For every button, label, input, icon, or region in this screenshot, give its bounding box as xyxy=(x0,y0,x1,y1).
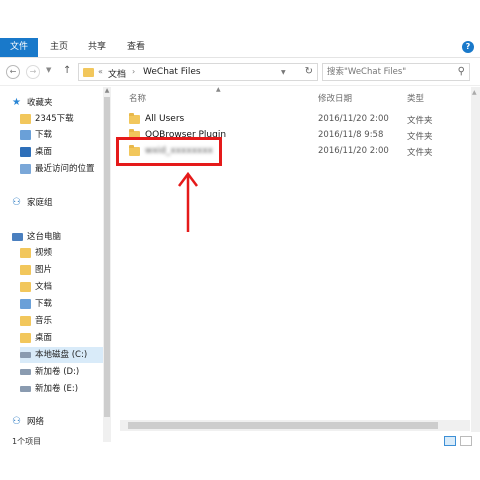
sidebar-item-label: 文档 xyxy=(35,282,53,292)
help-icon[interactable]: ? xyxy=(462,41,474,53)
horizontal-scrollbar[interactable] xyxy=(120,420,470,431)
column-header-type[interactable]: 类型 xyxy=(407,92,424,104)
search-icon[interactable]: ⚲ xyxy=(458,66,465,77)
sidebar-item-label: 本地磁盘 (C:) xyxy=(35,350,88,360)
column-header-date[interactable]: 修改日期 xyxy=(318,92,352,104)
refresh-icon[interactable]: ↻ xyxy=(305,66,313,77)
sidebar-item-label: 桌面 xyxy=(35,147,53,157)
sidebar-item-label: 收藏夹 xyxy=(27,98,53,108)
navigation-pane: ★ 收藏夹 2345下载 下载 桌面 最近访问的位置 ⚇ 家庭组 这台电脑 视频… xyxy=(0,87,112,442)
file-type: 文件夹 xyxy=(407,148,433,158)
folder-icon xyxy=(20,130,31,140)
annotation-highlight-box xyxy=(116,137,222,166)
sidebar-item-label: 最近访问的位置 xyxy=(35,164,95,174)
file-type: 文件夹 xyxy=(407,116,433,126)
sidebar-item-label: 图片 xyxy=(35,265,53,275)
sidebar-item-label: 音乐 xyxy=(35,316,53,326)
star-icon: ★ xyxy=(12,97,21,108)
folder-icon xyxy=(20,282,31,292)
sidebar-item-label: 新加卷 (D:) xyxy=(35,367,80,377)
network-icon: ⚇ xyxy=(12,416,21,427)
sidebar-item-label: 下载 xyxy=(35,130,53,140)
search-input[interactable] xyxy=(327,66,452,78)
folder-icon xyxy=(20,248,31,258)
folder-icon xyxy=(20,114,31,124)
address-dropdown[interactable]: ▼ xyxy=(281,69,286,76)
file-date: 2016/11/8 9:58 xyxy=(318,130,384,140)
drive-icon xyxy=(20,386,31,392)
sidebar-item-label: 桌面 xyxy=(35,333,53,343)
desktop-icon xyxy=(20,147,31,157)
breadcrumb-wechat-files[interactable]: WeChat Files xyxy=(143,67,201,77)
navigation-bar: ← → ▼ ↑ « 文档 › WeChat Files ▼ ↻ ⚲ xyxy=(0,58,480,86)
annotation-arrow-icon xyxy=(178,171,198,232)
sidebar-scroll-thumb[interactable] xyxy=(104,97,110,417)
file-date: 2016/11/20 2:00 xyxy=(318,114,389,124)
up-button[interactable]: ↑ xyxy=(63,65,71,76)
column-header-name[interactable]: 名称 xyxy=(129,92,146,104)
sidebar-item-label: 视频 xyxy=(35,248,53,258)
breadcrumb-overflow[interactable]: « xyxy=(98,67,103,76)
forward-button[interactable]: → xyxy=(26,65,40,79)
large-icons-view-button[interactable] xyxy=(460,436,472,446)
recent-icon xyxy=(20,164,31,174)
address-bar[interactable]: « 文档 › WeChat Files ▼ ↻ xyxy=(78,63,318,81)
file-row[interactable]: All Users 2016/11/20 2:00 文件夹 xyxy=(118,112,458,128)
folder-icon xyxy=(20,316,31,326)
breadcrumb-separator[interactable]: › xyxy=(132,67,135,76)
file-name: All Users xyxy=(145,114,185,124)
tab-share[interactable]: 共享 xyxy=(88,38,106,57)
sidebar-item-label: 新加卷 (E:) xyxy=(35,384,79,394)
tab-home[interactable]: 主页 xyxy=(50,38,68,57)
ribbon: 文件 主页 共享 查看 ? xyxy=(0,38,480,58)
sort-caret-icon: ▲ xyxy=(216,86,221,93)
sidebar-item-label: 网络 xyxy=(27,417,45,427)
item-count: 1个项目 xyxy=(12,437,42,446)
back-button[interactable]: ← xyxy=(6,65,20,79)
file-type: 文件夹 xyxy=(407,132,433,142)
details-view-button[interactable] xyxy=(444,436,456,446)
pc-icon xyxy=(12,233,23,241)
sidebar-item-drive-c[interactable]: 本地磁盘 (C:) xyxy=(20,347,103,363)
file-date: 2016/11/20 2:00 xyxy=(318,146,389,156)
folder-icon xyxy=(20,299,31,309)
folder-icon xyxy=(20,265,31,275)
sidebar-item-label: 下载 xyxy=(35,299,53,309)
drive-icon xyxy=(20,352,31,358)
folder-icon xyxy=(83,68,94,77)
tab-view[interactable]: 查看 xyxy=(127,38,145,57)
folder-icon xyxy=(129,113,140,124)
file-list-scrollbar[interactable]: ▲ xyxy=(471,87,480,432)
sidebar-item-label: 家庭组 xyxy=(27,198,53,208)
sidebar-scrollbar[interactable]: ▲ xyxy=(103,87,111,442)
folder-icon xyxy=(20,333,31,343)
status-bar: 1个项目 xyxy=(0,436,480,450)
drive-icon xyxy=(20,369,31,375)
homegroup-icon: ⚇ xyxy=(12,197,21,208)
sidebar-item-label: 2345下载 xyxy=(35,114,74,124)
horizontal-scroll-thumb[interactable] xyxy=(128,422,438,429)
search-box[interactable]: ⚲ xyxy=(322,63,470,81)
scroll-up-arrow[interactable]: ▲ xyxy=(472,89,477,96)
breadcrumb-documents[interactable]: 文档 xyxy=(108,67,126,80)
sidebar-item-label: 这台电脑 xyxy=(27,232,62,242)
recent-locations-dropdown[interactable]: ▼ xyxy=(46,66,51,74)
scroll-up-arrow[interactable]: ▲ xyxy=(103,87,111,95)
tab-file[interactable]: 文件 xyxy=(0,38,38,57)
